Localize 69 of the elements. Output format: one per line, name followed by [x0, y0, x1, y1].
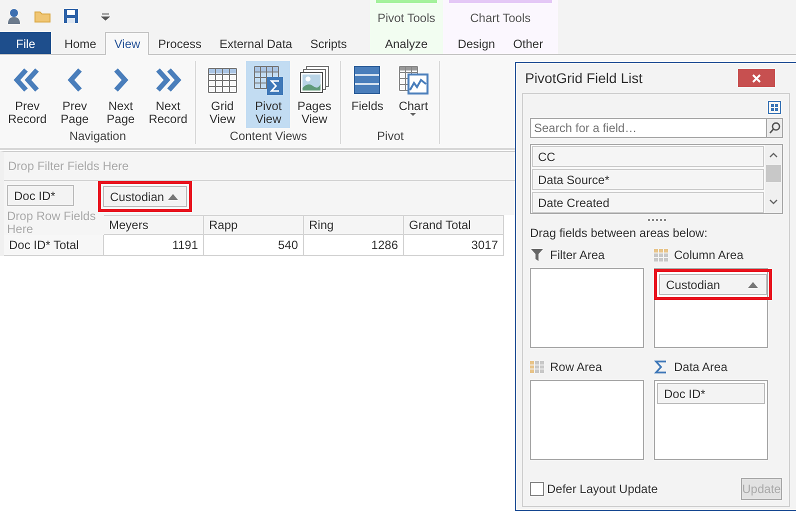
- field-item[interactable]: Data Source*: [532, 169, 764, 190]
- ribbon-button[interactable]: Pivot View: [246, 61, 290, 128]
- group-label: Navigation: [69, 129, 126, 144]
- checkbox-label: Defer Layout Update: [547, 482, 658, 496]
- caret-icon[interactable]: [101, 12, 110, 20]
- ribbon-tab[interactable]: External Data: [210, 32, 302, 54]
- ribbon-button[interactable]: Prev Record: [4, 61, 51, 128]
- area-label: Column Area: [674, 248, 744, 262]
- close-button[interactable]: [738, 69, 775, 87]
- pivot-table-icon: [252, 64, 284, 96]
- app-icon[interactable]: [6, 8, 22, 24]
- grid-icon: [530, 360, 544, 374]
- area-label: Data Area: [674, 360, 728, 374]
- row-header: Doc ID* Total: [4, 235, 104, 256]
- ribbon-tab[interactable]: Scripts: [301, 32, 356, 54]
- ribbon-tab[interactable]: Process: [149, 32, 211, 54]
- ribbon-button[interactable]: Fields: [345, 61, 390, 128]
- dialog-title: PivotGrid Field List: [525, 70, 642, 86]
- table-cell: 1191: [104, 235, 204, 256]
- ribbon-button[interactable]: Next Page: [98, 61, 143, 128]
- pictures-icon: [298, 64, 330, 96]
- funnel-icon: [530, 248, 544, 262]
- caret-icon: [410, 113, 416, 116]
- grid-icon: [654, 248, 668, 262]
- ribbon-tab[interactable]: Analyze: [376, 32, 437, 54]
- sort-arrow-icon: [748, 280, 758, 288]
- context-group-label: Pivot Tools: [376, 10, 436, 26]
- chart-icon: [397, 64, 430, 96]
- group-label: Pivot: [377, 129, 404, 144]
- search-button[interactable]: [766, 118, 783, 138]
- ribbon-tab[interactable]: File: [0, 32, 52, 54]
- area-label: Filter Area: [550, 248, 605, 262]
- ribbon-button[interactable]: Next Record: [144, 61, 192, 128]
- column-header: Grand Total: [404, 215, 504, 235]
- search-icon: [768, 122, 780, 134]
- search-field[interactable]: Search for a field…: [530, 118, 766, 138]
- layout-icon[interactable]: [768, 101, 781, 114]
- drop-zone-hint: Drop Row Fields Here: [7, 210, 97, 236]
- table-cell: 3017: [404, 235, 504, 256]
- table-cell: 1286: [304, 235, 404, 256]
- hint-text: Drag fields between areas below:: [530, 226, 708, 240]
- field-button[interactable]: Doc ID*: [7, 185, 74, 206]
- sort-arrow-icon: [168, 192, 178, 200]
- group-label: Content Views: [230, 129, 307, 144]
- ribbon-button[interactable]: Chart: [391, 61, 436, 128]
- ribbon-button[interactable]: Prev Page: [52, 61, 97, 128]
- scrollbar[interactable]: [765, 145, 782, 213]
- area-label: Row Area: [550, 360, 602, 374]
- ribbon-tab[interactable]: Design: [448, 32, 504, 54]
- close-icon: [752, 74, 761, 82]
- ribbon-tab[interactable]: Other: [504, 32, 552, 54]
- drop-zone-hint: Drop Filter Fields Here: [8, 159, 129, 173]
- field-item[interactable]: Date Created: [532, 192, 764, 213]
- field-button[interactable]: Doc ID*: [657, 383, 765, 404]
- column-header: Meyers: [104, 215, 204, 235]
- ribbon-button[interactable]: Pages View: [292, 61, 336, 128]
- ribbon-tab[interactable]: View: [105, 32, 150, 55]
- ribbon-button[interactable]: Grid View: [200, 61, 244, 128]
- column-header: Ring: [304, 215, 404, 235]
- field-button[interactable]: Custodian: [103, 186, 187, 207]
- ribbon-tab[interactable]: Home: [55, 32, 106, 54]
- save-icon[interactable]: [63, 8, 79, 24]
- sigma-icon: [654, 360, 668, 374]
- checkbox[interactable]: [530, 482, 544, 496]
- context-group-label: Chart Tools: [469, 10, 532, 26]
- field-button[interactable]: Custodian: [659, 274, 767, 295]
- field-item[interactable]: CC: [532, 146, 764, 167]
- table-cell: 540: [204, 235, 304, 256]
- column-header: Rapp: [204, 215, 304, 235]
